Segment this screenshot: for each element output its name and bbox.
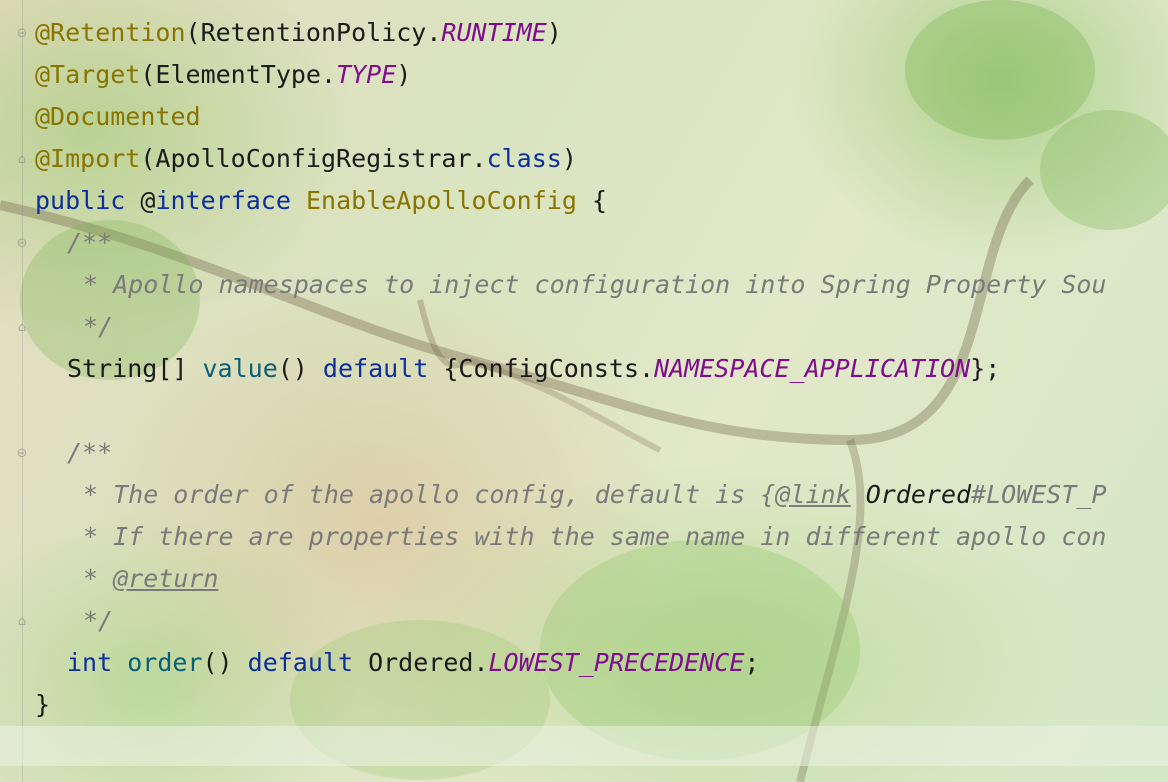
brace: };: [970, 354, 1001, 383]
keyword: public: [35, 186, 126, 215]
fold-arrow-icon[interactable]: ⌂: [15, 153, 29, 167]
brace: {: [591, 186, 608, 215]
dot: .: [473, 648, 489, 677]
type-name: Ordered: [368, 648, 474, 677]
gutter-line: [22, 0, 23, 782]
fold-arrow-icon[interactable]: ⊖: [15, 27, 29, 41]
dot: .: [321, 60, 337, 89]
brace: }: [35, 690, 51, 719]
type-name: RetentionPolicy: [200, 18, 427, 47]
annotation: @Target: [35, 60, 141, 89]
annotation: @Retention: [35, 18, 186, 47]
keyword: interface: [155, 186, 291, 215]
type-name: String[]: [67, 354, 188, 383]
code-editor[interactable]: @Retention(RetentionPolicy.RUNTIME) @Tar…: [35, 12, 1168, 726]
constant: NAMESPACE_APPLICATION: [654, 354, 971, 383]
constant: LOWEST_PRECEDENCE: [488, 648, 745, 677]
type-name: ApolloConfigRegistrar: [155, 144, 472, 173]
code-line[interactable]: @Retention(RetentionPolicy.RUNTIME): [35, 12, 1168, 54]
code-line[interactable]: int order() default Ordered.LOWEST_PRECE…: [35, 642, 1168, 684]
code-line[interactable]: */: [35, 306, 1168, 348]
paren: ): [561, 144, 577, 173]
code-line-blank[interactable]: [35, 390, 1168, 432]
paren: ): [396, 60, 412, 89]
doc-comment: #LOWEST_P: [971, 480, 1107, 509]
constant: TYPE: [336, 60, 397, 89]
parens: (): [202, 648, 233, 677]
code-line[interactable]: * @return: [35, 558, 1168, 600]
current-line-highlight: [0, 726, 1168, 766]
fold-arrow-icon[interactable]: ⊖: [15, 237, 29, 251]
interface-name: EnableApolloConfig: [305, 186, 577, 215]
keyword: class: [486, 144, 562, 173]
dot: .: [471, 144, 487, 173]
dot: .: [426, 18, 442, 47]
code-line[interactable]: /**: [35, 432, 1168, 474]
fold-arrow-icon[interactable]: ⌂: [15, 615, 29, 629]
code-line[interactable]: */: [35, 600, 1168, 642]
doc-comment: /**: [67, 438, 113, 467]
paren: (: [185, 18, 201, 47]
parens: (): [277, 354, 308, 383]
annotation: @Documented: [35, 102, 201, 131]
expression: {ConfigConsts.: [443, 354, 655, 383]
paren: (: [140, 60, 156, 89]
doc-comment: */: [83, 312, 114, 341]
type-name: ElementType: [155, 60, 321, 89]
code-line[interactable]: @Target(ElementType.TYPE): [35, 54, 1168, 96]
code-line[interactable]: * Apollo namespaces to inject configurat…: [35, 264, 1168, 306]
at-sign: @: [140, 186, 156, 215]
doc-comment: * Apollo namespaces to inject configurat…: [83, 270, 1107, 299]
doc-comment: * If there are properties with the same …: [83, 522, 1107, 551]
code-line[interactable]: * If there are properties with the same …: [35, 516, 1168, 558]
javadoc-tag[interactable]: @link: [775, 480, 850, 509]
code-line[interactable]: * The order of the apollo config, defaul…: [35, 474, 1168, 516]
code-line[interactable]: @Documented: [35, 96, 1168, 138]
semicolon: ;: [744, 648, 760, 677]
code-line[interactable]: String[] value() default {ConfigConsts.N…: [35, 348, 1168, 390]
keyword: int: [67, 648, 113, 677]
constant: RUNTIME: [441, 18, 547, 47]
code-line[interactable]: }: [35, 684, 1168, 726]
code-line[interactable]: /**: [35, 222, 1168, 264]
method-name: value: [202, 354, 278, 383]
fold-arrow-icon[interactable]: ⌂: [15, 321, 29, 335]
doc-comment: /**: [67, 228, 113, 257]
annotation: @Import: [35, 144, 141, 173]
keyword: default: [247, 648, 354, 677]
paren: (: [140, 144, 156, 173]
javadoc-reference[interactable]: Ordered: [866, 480, 971, 509]
doc-comment: *: [83, 564, 114, 593]
doc-comment: */: [83, 606, 114, 635]
doc-comment: * The order of the apollo config, defaul…: [83, 480, 776, 509]
keyword: default: [322, 354, 429, 383]
method-name: order: [127, 648, 203, 677]
code-line[interactable]: @Import(ApolloConfigRegistrar.class): [35, 138, 1168, 180]
code-line[interactable]: public @interface EnableApolloConfig {: [35, 180, 1168, 222]
javadoc-tag[interactable]: @return: [113, 564, 218, 593]
fold-arrow-icon[interactable]: ⊖: [15, 447, 29, 461]
paren: ): [546, 18, 562, 47]
